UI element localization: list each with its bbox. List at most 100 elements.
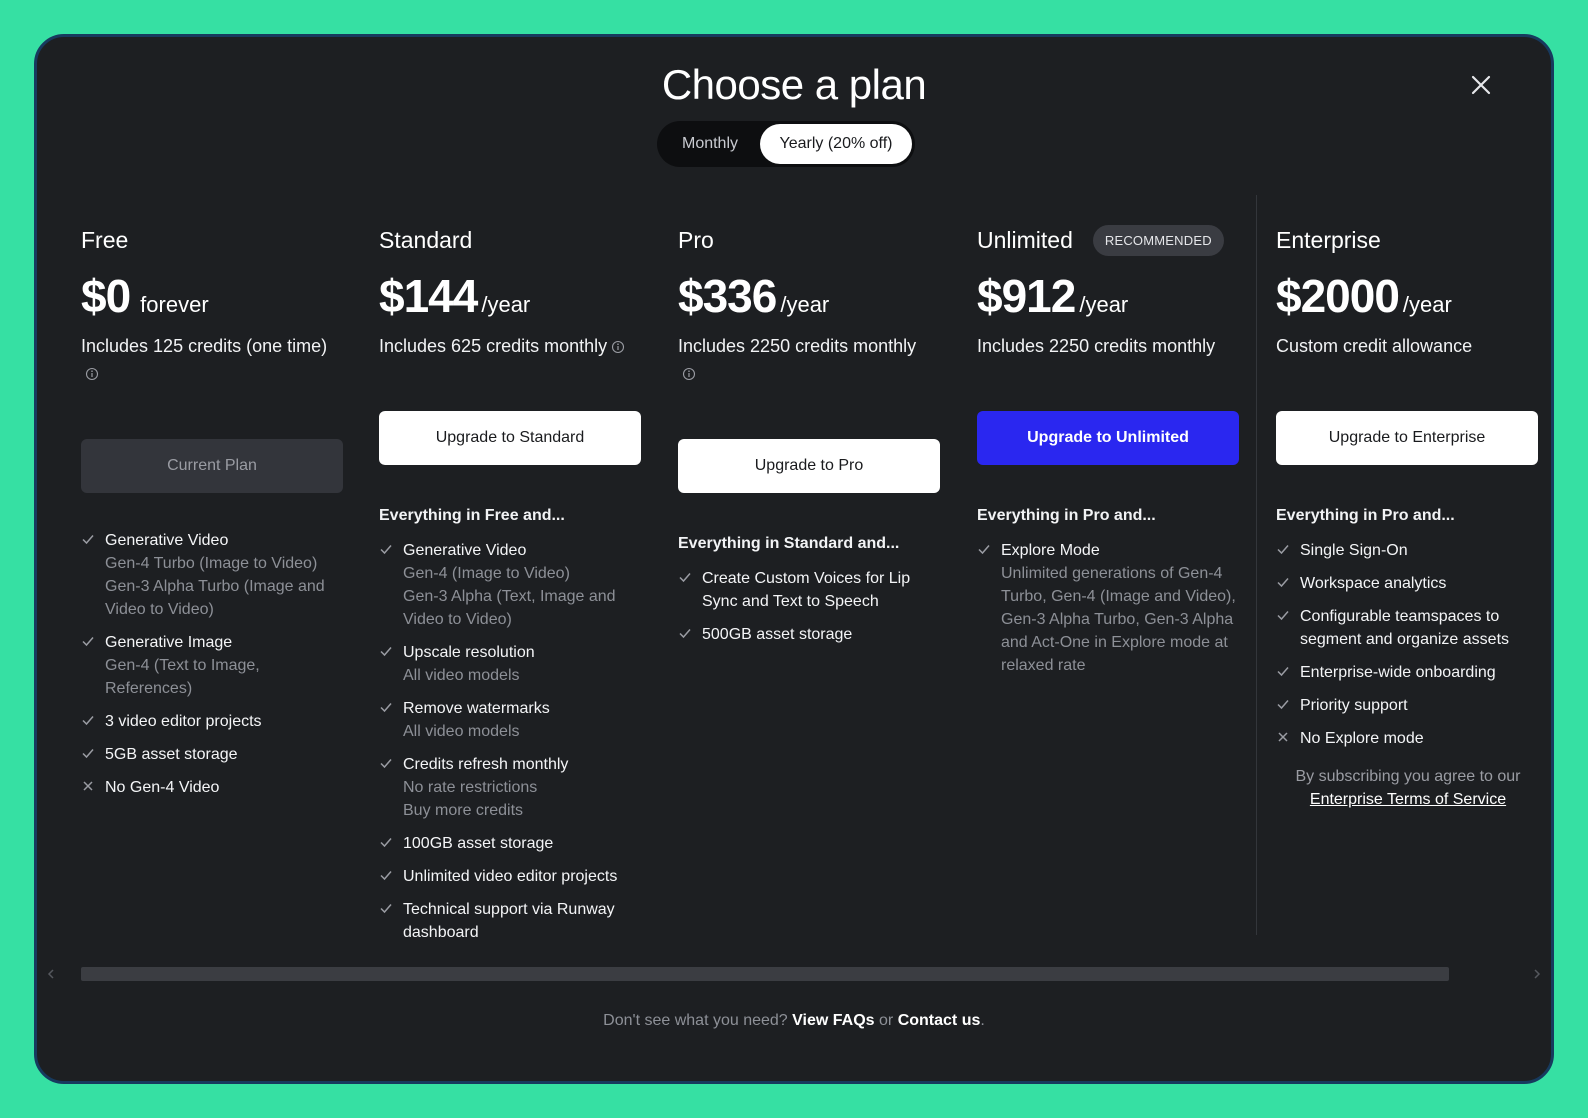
plan-unlimited: Unlimited RECOMMENDED $912/year Includes 22… [977,224,1241,674]
column-divider [1256,195,1257,935]
billing-monthly-option[interactable]: Monthly [660,124,760,164]
feature-item: Remove watermarks All video models [379,697,641,743]
check-icon [380,759,392,769]
contact-us-link[interactable]: Contact us [898,1012,981,1029]
horizontal-scrollbar[interactable] [81,967,1449,981]
plan-credits: Includes 125 credits (one time) [81,333,345,387]
feature-title: Configurable teamspaces to segment and o… [1300,608,1510,648]
close-icon[interactable] [1467,71,1495,99]
price-amount: $912 [977,270,1076,322]
check-icon [679,629,691,639]
cross-icon [1278,732,1288,742]
feature-item: 3 video editor projects [81,710,343,733]
feature-item: 500GB asset storage [678,623,940,646]
plan-standard: Standard $144/year Includes 625 credits mo… [379,225,643,941]
feature-title: Generative Image [105,634,233,651]
plan-free: Free $0 forever Includes 125 credits (one t… [81,225,345,796]
feature-item: Credits refresh monthly No rate restricti… [379,753,641,822]
feature-title: Technical support via Runway dashboard [403,901,615,941]
feature-item: Create Custom Voices for Lip Sync and Te… [678,567,940,613]
feature-item: Technical support via Runway dashboard [379,898,641,944]
feature-item: 100GB asset storage [379,832,641,855]
info-icon[interactable] [611,340,625,354]
feature-title: Remove watermarks [403,700,550,717]
plan-credits: Custom credit allowance [1276,333,1540,360]
feature-list: Single Sign-On Workspace analytics Configu… [1276,539,1526,750]
plan-pro: Pro $336/year Includes 2250 credits monthl… [678,225,942,643]
check-icon [82,749,94,759]
plan-name-row: Enterprise [1276,225,1540,255]
feature-title: Unlimited video editor projects [403,868,618,885]
check-icon [82,716,94,726]
price-period: /year [1079,292,1129,317]
credits-text: Includes 2250 credits monthly [678,336,917,356]
check-icon [82,535,94,545]
credits-text: Includes 2250 credits monthly [977,336,1216,356]
billing-yearly-option[interactable]: Yearly (20% off) [760,124,912,164]
info-icon[interactable] [85,367,99,381]
feature-title: Credits refresh monthly [403,756,569,773]
credits-text: Includes 125 credits (one time) [81,336,328,356]
price-amount: $144 [379,270,478,322]
feature-title: Single Sign-On [1300,542,1408,559]
recommended-badge: RECOMMENDED [1092,224,1224,256]
check-icon [380,703,392,713]
check-icon [1277,578,1289,588]
plans-row: By subscribing you agree to our Enterpri… [37,195,1551,941]
price-period: /year [780,292,830,317]
feature-title: Create Custom Voices for Lip Sync and Te… [702,570,911,610]
scroll-right-icon[interactable] [1533,969,1541,979]
feature-detail: All video models [403,723,520,740]
feature-item: 5GB asset storage [81,743,343,766]
plan-credits: Includes 625 credits monthly [379,333,643,360]
info-icon[interactable] [682,367,696,381]
view-faqs-link[interactable]: View FAQs [792,1012,874,1029]
plan-name: Standard [379,226,473,253]
cta-unlimited[interactable]: Upgrade to Unlimited [977,411,1239,465]
check-icon [380,904,392,914]
feature-item: Priority support [1276,694,1526,717]
check-icon [978,545,990,555]
enterprise-terms-link[interactable]: Enterprise Terms of Service [1310,791,1506,808]
scroll-left-icon[interactable] [47,969,55,979]
plan-price: $144/year [379,269,643,322]
feature-list: Explore Mode Unlimited generations of Gen… [977,539,1239,677]
price-amount: $0 [81,270,131,322]
cta-enterprise[interactable]: Upgrade to Enterprise [1276,411,1538,465]
footer-text: Don't see what you need? [603,1012,788,1029]
cta-standard[interactable]: Upgrade to Standard [379,411,641,465]
plan-price: $2000/year [1276,269,1540,322]
feature-item: Generative Video Gen-4 (Image to Video) Ge… [379,539,641,631]
feature-title: Priority support [1300,697,1408,714]
feature-list: Generative Video Gen-4 (Image to Video) Ge… [379,539,641,944]
check-icon [679,573,691,583]
feature-list: Generative Video Gen-4 Turbo (Image to Vi… [81,529,343,799]
feature-item: Unlimited video editor projects [379,865,641,888]
plan-name: Free [81,226,129,253]
feature-item: Configurable teamspaces to segment and o… [1276,605,1526,651]
check-icon [380,545,392,555]
plan-credits: Includes 2250 credits monthly [678,333,942,387]
plan-name: Unlimited [977,226,1073,253]
price-amount: $336 [678,270,777,322]
feature-item: Upscale resolution All video models [379,641,641,687]
credits-text: Custom credit allowance [1276,336,1473,356]
plan-price: $336/year [678,269,942,322]
plan-name-row: Free [81,225,345,255]
cta-free[interactable]: Current Plan [81,439,343,493]
check-icon [1277,545,1289,555]
cta-pro[interactable]: Upgrade to Pro [678,439,940,493]
feature-title: Upscale resolution [403,644,535,661]
feature-title: Enterprise-wide onboarding [1300,664,1496,681]
feature-list: Create Custom Voices for Lip Sync and Te… [678,567,940,646]
price-period: forever [140,292,209,317]
billing-toggle: Monthly Yearly (20% off) [657,121,915,167]
check-icon [380,871,392,881]
feature-item: Enterprise-wide onboarding [1276,661,1526,684]
plan-name-row: Unlimited RECOMMENDED [977,224,1241,256]
plan-name-row: Pro [678,225,942,255]
feature-title: 5GB asset storage [105,746,238,763]
feature-title: 500GB asset storage [702,626,853,643]
plan-credits: Includes 2250 credits monthly [977,333,1241,360]
plan-modal: Choose a plan Monthly Yearly (20% off) B… [34,34,1554,1084]
